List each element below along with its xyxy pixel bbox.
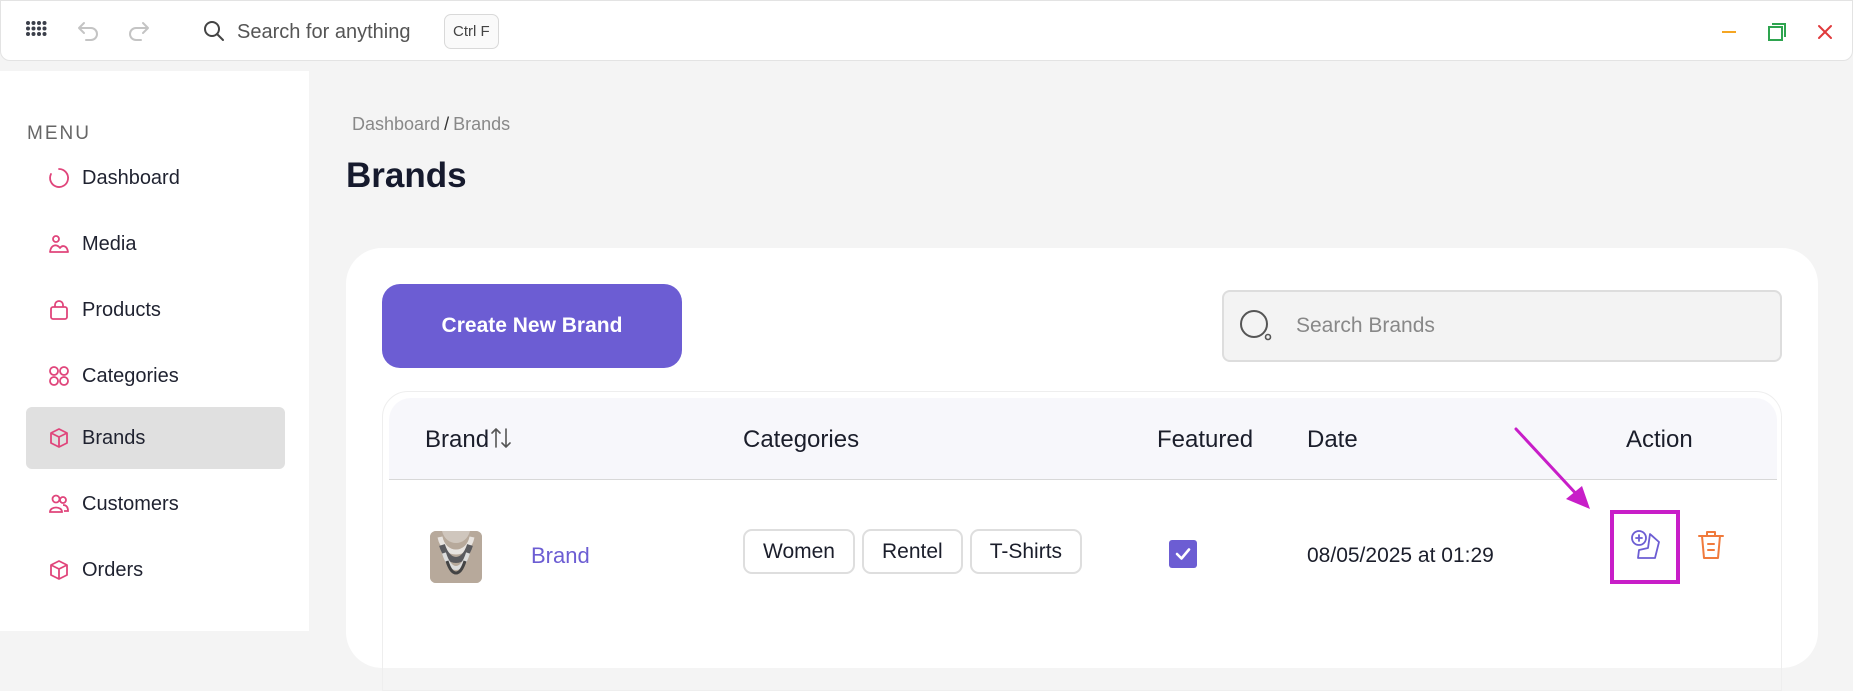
sidebar-item-label: Customers [82,492,179,515]
sidebar-item-label: Orders [82,558,144,581]
close-window-icon[interactable] [1809,16,1841,48]
table-row: Brand Women Rentel T-Shirts 08/05/2025 a… [389,482,1777,682]
category-tag: Women [743,529,855,574]
column-header-categories: Categories [743,426,860,453]
dashboard-icon [47,166,71,190]
cube-icon [47,426,71,450]
breadcrumb: Dashboard / Brands [352,114,510,135]
breadcrumb-separator: / [444,114,450,134]
column-header-date: Date [1307,426,1358,453]
table-header: Brand Categories Featured Date Action [389,398,1777,480]
sort-icon[interactable] [490,426,512,450]
brands-card: Create New Brand Brand Categories Featur… [346,248,1818,691]
search-brands-input[interactable] [1296,314,1766,338]
column-header-featured: Featured [1157,426,1254,453]
redo-icon[interactable] [123,15,155,47]
sidebar-item-label: Dashboard [82,166,180,189]
column-header-action: Action [1626,426,1693,453]
featured-checkbox[interactable] [1169,540,1197,568]
search-icon [1236,306,1276,346]
trash-icon [1696,529,1726,566]
sidebar-item-brands[interactable]: Brands [26,407,285,469]
sidebar-item-media[interactable]: Media [26,213,285,275]
category-tag: T-Shirts [969,529,1083,574]
sidebar-item-label: Categories [82,364,179,387]
brands-table: Brand Categories Featured Date Action Br… [382,391,1782,691]
sidebar-item-label: Brands [82,426,146,449]
delete-brand-button[interactable] [1693,528,1729,566]
category-tags: Women Rentel T-Shirts [743,529,1083,574]
search-icon [202,19,228,45]
sidebar-item-label: Media [82,232,137,255]
brand-thumbnail [430,531,482,583]
edit-brand-button[interactable] [1610,510,1680,584]
maximize-window-icon[interactable] [1761,16,1793,48]
breadcrumb-dashboard-link[interactable]: Dashboard [352,114,440,134]
users-icon [47,492,71,516]
sidebar-item-label: Products [82,298,161,321]
media-icon [47,232,71,256]
category-tag: Rentel [861,529,963,574]
sidebar-item-dashboard[interactable]: Dashboard [26,147,285,209]
brand-search-box [1222,290,1782,362]
minimize-window-icon[interactable] [1713,16,1745,48]
brand-name-link[interactable]: Brand [531,543,590,569]
breadcrumb-current: Brands [453,114,511,134]
title-bar: Search for anything Ctrl F [0,0,1853,61]
apps-grid-icon[interactable] [20,15,52,47]
sidebar-item-customers[interactable]: Customers [26,473,285,535]
page-title: Brands [346,156,467,195]
create-new-brand-button[interactable]: Create New Brand [382,284,682,368]
search-shortcut-badge: Ctrl F [444,14,499,49]
sidebar-item-orders[interactable]: Orders [26,539,285,601]
categories-icon [47,364,71,388]
edit-shapes-icon [1628,528,1662,567]
bag-icon [47,298,71,322]
menu-title: MENU [27,123,91,144]
sidebar-item-products[interactable]: Products [26,279,285,341]
global-search-input[interactable]: Search for anything [237,17,410,47]
column-header-label: Brand [425,426,490,453]
column-header-brand[interactable]: Brand [425,426,512,454]
brand-date: 08/05/2025 at 01:29 [1307,544,1494,567]
undo-icon[interactable] [72,15,104,47]
sidebar: MENU Dashboard Media Products Categories… [0,71,309,631]
box-icon [47,558,71,582]
sidebar-item-categories[interactable]: Categories [26,345,285,407]
